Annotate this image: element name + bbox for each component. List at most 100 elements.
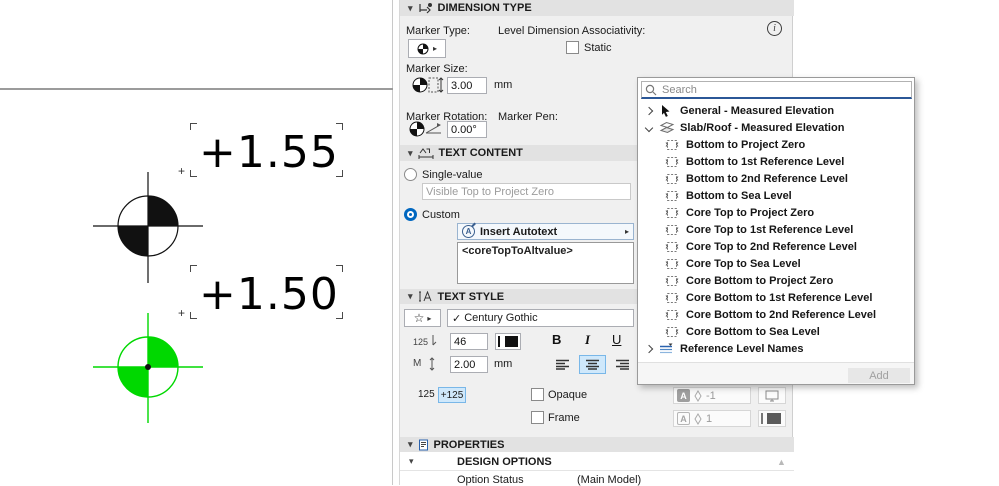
custom-text-area[interactable]: <coreTopToAltvalue> <box>457 242 634 284</box>
dim-icon <box>665 292 681 304</box>
tree-item[interactable]: Core Bottom to Sea Level <box>638 323 914 340</box>
tree-item[interactable]: Bottom to Sea Level <box>638 187 914 204</box>
selection-handle[interactable] <box>190 123 197 130</box>
chevron-right-icon[interactable] <box>644 106 654 115</box>
font-size-input[interactable] <box>450 333 488 350</box>
scroll-up-icon[interactable]: ▲ <box>777 457 786 467</box>
property-row-label[interactable]: Option Status <box>457 474 524 486</box>
level-marker-green[interactable] <box>90 310 210 426</box>
collapse-icon[interactable]: ▾ <box>408 3 413 14</box>
add-button[interactable]: Add <box>848 368 910 383</box>
anchor-handle[interactable]: + <box>178 306 185 320</box>
text-height-input[interactable] <box>450 356 488 373</box>
frame-pen-swatch[interactable] <box>758 410 786 427</box>
custom-radio[interactable] <box>404 208 417 221</box>
tree-label: Core Bottom to Sea Level <box>686 325 820 338</box>
section-header-properties[interactable]: ▾ PROPERTIES <box>400 437 794 452</box>
info-icon[interactable]: i <box>767 21 782 36</box>
chevron-right-icon[interactable] <box>644 344 654 353</box>
favorites-button[interactable]: ☆ ▸ <box>404 309 441 327</box>
tree-item[interactable]: Core Top to Project Zero <box>638 204 914 221</box>
anchor-handle[interactable]: + <box>178 164 185 178</box>
selection-handle[interactable] <box>336 265 343 272</box>
tree-group[interactable]: Reference Level Names <box>638 340 914 357</box>
drawing-canvas[interactable]: +1.55 + +1.50 + <box>0 0 393 485</box>
monitor-icon <box>765 390 779 401</box>
tree-item[interactable]: Core Top to 2nd Reference Level <box>638 238 914 255</box>
underline-button[interactable]: U <box>612 332 621 347</box>
align-right-button[interactable] <box>609 355 636 374</box>
dropdown-arrow-icon: ▸ <box>427 313 432 323</box>
section-header-dimension-type[interactable]: ▾ DIMENSION TYPE <box>400 0 794 16</box>
superscript-off-button[interactable]: 125 <box>418 389 435 400</box>
dim-icon <box>665 139 681 151</box>
level-tree: General - Measured Elevation Slab/Roof - … <box>638 102 914 357</box>
collapse-icon[interactable]: ▾ <box>408 291 413 302</box>
opaque-pen-field: A -1 <box>673 387 751 404</box>
align-left-button[interactable] <box>549 355 576 374</box>
marker-size-unit: mm <box>494 79 513 91</box>
tree-label: Core Bottom to 1st Reference Level <box>686 291 873 304</box>
frame-checkbox[interactable] <box>531 411 544 424</box>
single-value-radio[interactable] <box>404 168 417 181</box>
align-center-button[interactable] <box>579 355 606 374</box>
align-center-icon <box>586 359 599 370</box>
tree-item[interactable]: Core Top to Sea Level <box>638 255 914 272</box>
tree-label: Core Top to Sea Level <box>686 257 801 270</box>
marker-size-input[interactable] <box>447 77 487 94</box>
marker-type-button[interactable]: ▸ <box>408 39 446 58</box>
slab-icon <box>659 121 675 134</box>
opaque-pen-value: -1 <box>706 389 716 402</box>
dimension-text-1[interactable]: +1.55 <box>199 127 339 178</box>
tree-group[interactable]: General - Measured Elevation <box>638 102 914 119</box>
tree-item[interactable]: Bottom to 2nd Reference Level <box>638 170 914 187</box>
selection-handle[interactable] <box>190 265 197 272</box>
collapse-icon[interactable]: ▾ <box>409 456 414 467</box>
dim-icon <box>665 326 681 338</box>
opaque-label[interactable]: Opaque <box>548 389 587 401</box>
tree-item[interactable]: Core Bottom to 2nd Reference Level <box>638 306 914 323</box>
tree-item[interactable]: Core Top to 1st Reference Level <box>638 221 914 238</box>
superscript-on-button[interactable]: +125 <box>438 387 466 403</box>
collapse-icon[interactable]: ▾ <box>408 439 413 450</box>
tree-item[interactable]: Bottom to Project Zero <box>638 136 914 153</box>
property-row-value[interactable]: (Main Model) <box>577 474 641 486</box>
italic-button[interactable]: I <box>585 332 590 348</box>
bold-button[interactable]: B <box>552 332 561 347</box>
check-icon: ✓ <box>452 312 462 325</box>
dimension-text-2[interactable]: +1.50 <box>199 269 339 320</box>
search-input[interactable] <box>641 81 912 99</box>
selection-handle[interactable] <box>190 312 197 319</box>
design-options-group[interactable]: DESIGN OPTIONS <box>457 456 552 468</box>
tree-label: Core Bottom to 2nd Reference Level <box>686 308 877 321</box>
height-arrow-icon <box>429 357 435 371</box>
pen-nib-icon <box>694 389 702 402</box>
single-value-label[interactable]: Single-value <box>422 169 483 181</box>
custom-label[interactable]: Custom <box>422 209 460 221</box>
align-right-icon <box>616 359 629 370</box>
selection-handle[interactable] <box>336 123 343 130</box>
static-label[interactable]: Static <box>584 42 612 54</box>
selection-handle[interactable] <box>336 170 343 177</box>
static-checkbox[interactable] <box>566 41 579 54</box>
marker-rotation-input[interactable] <box>447 121 487 138</box>
tree-label: Core Top to 1st Reference Level <box>686 223 854 236</box>
font-select[interactable]: ✓ Century Gothic <box>447 309 634 327</box>
pen-flag-icon <box>432 335 437 346</box>
frame-label[interactable]: Frame <box>548 412 580 424</box>
selection-handle[interactable] <box>336 312 343 319</box>
opaque-checkbox[interactable] <box>531 388 544 401</box>
selection-handle[interactable] <box>190 170 197 177</box>
tree-item[interactable]: Core Bottom to 1st Reference Level <box>638 289 914 306</box>
tree-item[interactable]: Bottom to 1st Reference Level <box>638 153 914 170</box>
chevron-down-icon[interactable] <box>644 123 654 132</box>
insert-autotext-button[interactable]: A Insert Autotext ▸ <box>457 223 634 240</box>
tree-item[interactable]: Core Bottom to Project Zero <box>638 272 914 289</box>
collapse-icon[interactable]: ▾ <box>408 148 413 159</box>
text-content-icon <box>418 147 434 159</box>
text-color-swatch[interactable] <box>495 333 521 350</box>
dim-icon <box>665 258 681 270</box>
dim-icon <box>665 207 681 219</box>
tree-group[interactable]: Slab/Roof - Measured Elevation <box>638 119 914 136</box>
screen-only-button[interactable] <box>758 387 786 404</box>
